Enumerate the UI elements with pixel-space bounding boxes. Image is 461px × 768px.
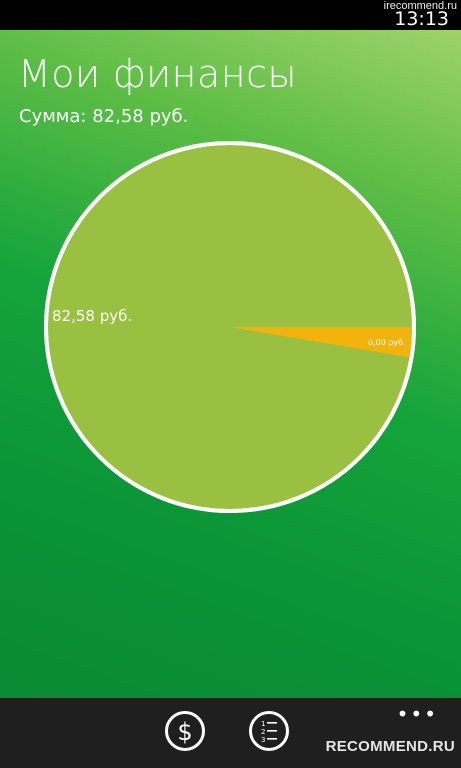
pie-label-secondary: 0,00 руб. xyxy=(368,338,406,347)
watermark-bottom: RECOMMEND.RU xyxy=(325,738,455,755)
dollar-icon: $ xyxy=(177,718,192,746)
list-button[interactable]: 1 2 3 xyxy=(249,711,289,751)
svg-text:1: 1 xyxy=(261,720,265,728)
svg-text:3: 3 xyxy=(261,736,265,744)
svg-text:2: 2 xyxy=(261,728,265,736)
page-title: Мои финансы xyxy=(18,52,298,96)
pie-label-main: 82,58 руб. xyxy=(52,307,132,325)
dollar-button[interactable]: $ xyxy=(165,711,205,751)
pie-chart[interactable]: 82,58 руб. 0,00 руб. xyxy=(42,139,418,515)
pie-chart-svg: 82,58 руб. 0,00 руб. xyxy=(44,141,416,513)
numbered-list-icon: 1 2 3 xyxy=(261,720,277,744)
status-bar: irecommend.ru 13:13 xyxy=(0,0,461,30)
more-menu-button[interactable]: ••• xyxy=(397,704,438,724)
app-content: Мои финансы Сумма: 82,58 руб. 82,58 руб.… xyxy=(0,30,461,698)
svg-text:$: $ xyxy=(177,718,192,746)
total-sum: Сумма: 82,58 руб. xyxy=(19,106,189,127)
app-bar: $ 1 2 3 ••• RECOMMEND.RU xyxy=(0,698,461,768)
status-clock: 13:13 xyxy=(394,8,449,30)
